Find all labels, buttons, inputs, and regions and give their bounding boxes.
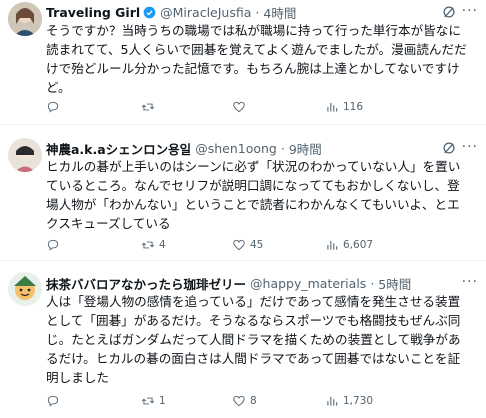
tweet-header: 神農a.k.aシェンロン용일 @shen1oong · 9時間	[46, 139, 478, 157]
timestamp[interactable]: 5時間	[378, 274, 411, 293]
tweet-header: 抹茶ババロアなかったら珈琲ゼリー @happy_materials · 5時間	[46, 274, 478, 292]
retweet-count: 1	[159, 395, 166, 407]
like-button[interactable]	[232, 100, 246, 114]
avatar[interactable]	[8, 2, 42, 36]
more-icon[interactable]: ···	[462, 275, 478, 289]
retweet-count: 4	[159, 239, 166, 251]
separator: ·	[280, 140, 285, 156]
reply-button[interactable]	[46, 394, 60, 408]
reply-icon	[47, 101, 59, 113]
display-name[interactable]: 抹茶ババロアなかったら珈琲ゼリー	[46, 274, 246, 293]
like-count: 8	[250, 395, 257, 407]
reply-button[interactable]	[46, 238, 60, 252]
avatar[interactable]	[8, 272, 42, 306]
like-button[interactable]: 45	[232, 238, 263, 252]
separator: ·	[370, 275, 375, 291]
more-icon[interactable]: ···	[462, 140, 478, 154]
display-name[interactable]: Traveling Girl	[46, 5, 140, 20]
views-button[interactable]: 116	[325, 100, 363, 114]
tweet-header: Traveling Girl @MiracleJusfia · 4時間	[46, 3, 478, 21]
retweet-icon	[141, 397, 155, 405]
reply-icon	[47, 395, 59, 407]
tweet-text: そうですか？当時うちの職場では私が職場に持って行った単行本が皆なに読まれてて、5…	[46, 23, 467, 95]
grok-icon[interactable]	[442, 141, 456, 155]
more-icon[interactable]: ···	[462, 4, 478, 18]
heart-icon	[233, 239, 245, 251]
handle[interactable]: @shen1oong	[195, 141, 277, 156]
views-button[interactable]: 1,730	[325, 394, 373, 408]
avatar[interactable]	[8, 138, 42, 172]
tweet-text: ヒカルの碁が上手いのはシーンに必ず「状況のわかっていない人」を置いているところ。…	[46, 159, 461, 231]
handle[interactable]: @happy_materials	[250, 276, 366, 291]
tweet[interactable]: Traveling Girl @MiracleJusfia · 4時間 ··· …	[0, 0, 486, 122]
views-icon	[327, 102, 338, 112]
reply-icon	[47, 239, 59, 251]
verified-badge-icon	[143, 6, 156, 18]
heart-icon	[233, 101, 245, 113]
heart-icon	[233, 395, 245, 407]
tweet[interactable]: 抹茶ババロアなかったら珈琲ゼリー @happy_materials · 5時間 …	[0, 261, 486, 418]
separator: ·	[255, 4, 260, 20]
handle[interactable]: @MiracleJusfia	[160, 5, 251, 20]
retweet-button[interactable]: 1	[141, 394, 166, 408]
action-bar: 1 8 1,730	[46, 394, 478, 410]
views-button[interactable]: 6,607	[325, 238, 373, 252]
views-count: 6,607	[343, 239, 374, 251]
tweet-text: 人は「登場人物の感情を追っている」だけであって感情を発生させる装置として「囲碁」…	[46, 294, 461, 385]
like-count: 45	[250, 239, 264, 251]
views-icon	[327, 240, 338, 250]
retweet-icon	[141, 103, 155, 111]
action-bar: 4 45 6,607	[46, 238, 478, 254]
views-count: 1,730	[343, 395, 374, 407]
views-icon	[327, 396, 338, 406]
action-bar: 116	[46, 100, 478, 116]
retweet-button[interactable]	[141, 100, 155, 114]
retweet-button[interactable]: 4	[141, 238, 166, 252]
timestamp[interactable]: 4時間	[263, 3, 296, 22]
like-button[interactable]: 8	[232, 394, 257, 408]
display-name[interactable]: 神農a.k.aシェンロン용일	[46, 139, 191, 158]
timestamp[interactable]: 9時間	[289, 139, 322, 158]
retweet-icon	[141, 241, 155, 249]
tweet[interactable]: 神農a.k.aシェンロン용일 @shen1oong · 9時間 ··· ヒカルの…	[0, 125, 486, 259]
grok-icon[interactable]	[442, 5, 456, 19]
views-count: 116	[343, 101, 364, 113]
reply-button[interactable]	[46, 100, 60, 114]
